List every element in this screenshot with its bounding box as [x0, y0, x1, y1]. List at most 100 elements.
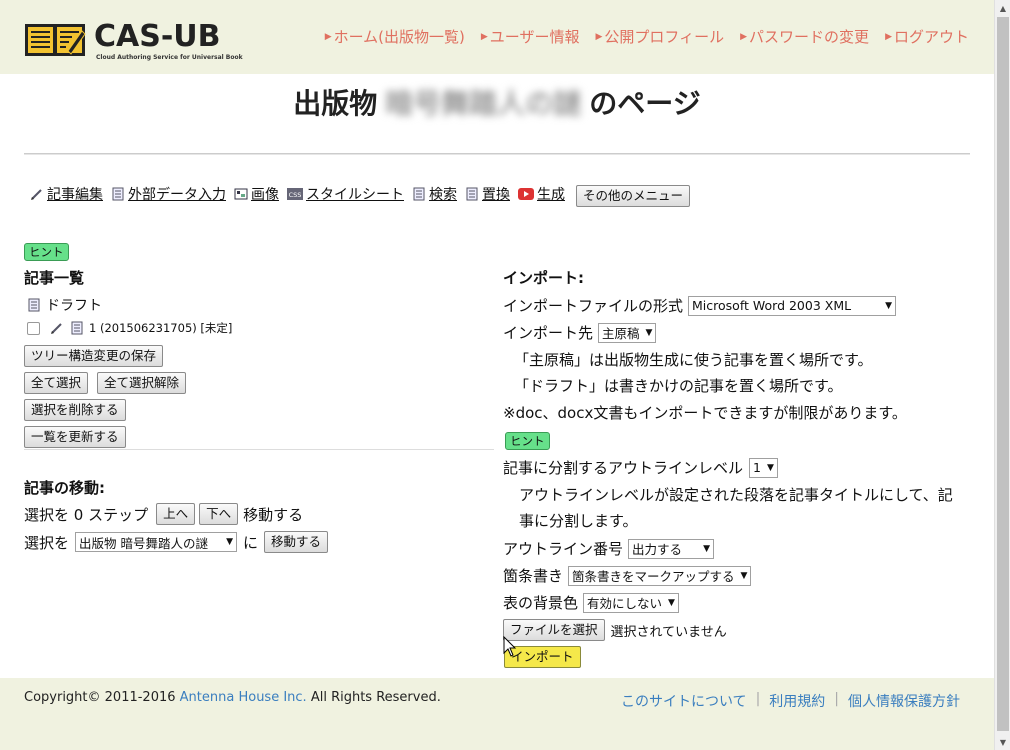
dest-note-main: 「主原稿」は出版物生成に使う記事を置く場所です。: [514, 351, 873, 369]
doc-limit-note: ※doc、docx文書もインポートできますが制限があります。: [503, 404, 907, 422]
move-steps-row: 選択を 0 ステップ 上へ 下へ 移動する: [24, 503, 303, 525]
dropdown-arrow-icon: ▼: [645, 327, 653, 338]
triangle-right-icon: ▶: [885, 31, 892, 42]
file-row: ファイルを選択 選択されていません: [503, 619, 727, 641]
nav-user-info[interactable]: ▶ ユーザー情報: [481, 26, 580, 47]
move-up-button[interactable]: 上へ: [156, 503, 196, 525]
divider: [24, 153, 970, 155]
page-title: 出版物 暗号舞踏人の謎 のページ: [0, 82, 994, 122]
hint-button-left[interactable]: ヒント: [24, 243, 69, 261]
select-all-button[interactable]: 全て選択: [24, 372, 89, 394]
terms-link[interactable]: 利用規約: [769, 691, 825, 711]
pencil-icon: [31, 189, 42, 200]
scroll-up-icon[interactable]: ▲: [995, 0, 1010, 16]
move-target-select[interactable]: 出版物 暗号舞踏人の謎 ▼: [75, 532, 238, 552]
logo-title: CAS-UB: [94, 19, 221, 54]
publication-name: 暗号舞踏人の謎: [385, 87, 582, 120]
deselect-all-button[interactable]: 全て選択解除: [97, 372, 187, 394]
triangle-right-icon: ▶: [480, 31, 488, 42]
save-tree-button[interactable]: ツリー構造変更の保存: [24, 345, 164, 367]
dest-note-draft: 「ドラフト」は書きかけの記事を置く場所です。: [514, 377, 843, 395]
import-format-row: インポートファイルの形式 Microsoft Word 2003 XML ▼: [503, 295, 897, 316]
choose-file-button[interactable]: ファイルを選択: [503, 619, 605, 641]
scroll-thumb[interactable]: [997, 17, 1009, 731]
document-icon: [413, 187, 425, 201]
import-dest-select[interactable]: 主原稿 ▼: [598, 322, 657, 343]
articles-heading: 記事一覧: [24, 269, 85, 287]
tool-external-data[interactable]: 外部データ入力: [111, 184, 226, 204]
privacy-link[interactable]: 個人情報保護方針: [848, 691, 960, 711]
delete-selected-button[interactable]: 選択を削除する: [24, 399, 126, 421]
move-down-button[interactable]: 下へ: [199, 503, 239, 525]
outline-desc-line2: 事に分割します。: [519, 512, 638, 530]
logo[interactable]: CAS-UB Cloud Authoring Service for Unive…: [24, 19, 243, 62]
tool-images[interactable]: 画像: [234, 184, 279, 204]
outline-level-row: 記事に分割するアウトラインレベル 1 ▼: [503, 457, 778, 478]
document-icon: [112, 187, 124, 201]
draft-folder[interactable]: ドラフト: [27, 295, 102, 315]
about-link[interactable]: このサイトについて: [621, 691, 747, 711]
dropdown-arrow-icon: ▼: [226, 537, 234, 547]
other-menu-button[interactable]: その他のメニュー: [576, 185, 691, 207]
import-heading: インポート:: [503, 269, 584, 287]
triangle-right-icon: ▶: [324, 31, 332, 42]
company-link[interactable]: Antenna House Inc.: [180, 690, 307, 705]
hint-button-right[interactable]: ヒント: [505, 432, 550, 450]
dropdown-arrow-icon: ▼: [885, 300, 893, 311]
bullet-select[interactable]: 箇条書きをマークアップする ▼: [568, 565, 752, 586]
table-bg-select[interactable]: 有効にしない ▼: [583, 592, 679, 613]
dropdown-arrow-icon: ▼: [740, 570, 748, 581]
header-bar: CAS-UB Cloud Authoring Service for Unive…: [0, 0, 994, 74]
toolbar: 記事編集 外部データ入力 画像 CSS スタイルシート 検索 置換 生成: [30, 184, 573, 204]
pencil-icon[interactable]: [50, 321, 64, 335]
file-status: 選択されていません: [610, 624, 727, 640]
triangle-right-icon: ▶: [740, 31, 748, 42]
vertical-scrollbar[interactable]: ▲ ▼: [994, 0, 1010, 750]
nav-change-password[interactable]: ▶ パスワードの変更: [740, 26, 869, 47]
move-heading: 記事の移動:: [24, 479, 105, 497]
import-dest-row: インポート先 主原稿 ▼: [503, 322, 657, 343]
move-target-row: 選択を 出版物 暗号舞踏人の謎 ▼ に 移動する: [24, 531, 329, 553]
svg-text:CSS: CSS: [289, 191, 302, 199]
page: CAS-UB Cloud Authoring Service for Unive…: [0, 0, 994, 750]
logo-subtitle: Cloud Authoring Service for Universal Bo…: [96, 54, 243, 61]
mouse-cursor-icon: [503, 636, 517, 657]
footer: Copyright© 2011-2016 Antenna House Inc. …: [0, 678, 994, 750]
image-icon: [234, 188, 248, 200]
scroll-down-icon[interactable]: ▼: [995, 734, 1010, 750]
footer-links: このサイトについて | 利用規約 | 個人情報保護方針: [620, 691, 960, 711]
nav-home[interactable]: ▶ ホーム(出版物一覧): [325, 26, 465, 47]
refresh-list-button[interactable]: 一覧を更新する: [24, 426, 126, 448]
top-nav: ▶ ホーム(出版物一覧) ▶ ユーザー情報 ▶ 公開プロフィール ▶ パスワードの変更 …: [309, 26, 969, 47]
move-button[interactable]: 移動する: [264, 531, 329, 553]
tool-replace[interactable]: 置換: [465, 184, 510, 204]
nav-public-profile[interactable]: ▶ 公開プロフィール: [596, 26, 725, 47]
play-icon: [518, 188, 534, 200]
outline-number-select[interactable]: 出力する ▼: [628, 538, 715, 559]
document-icon: [466, 187, 478, 201]
book-logo-icon: [25, 24, 86, 56]
article-title[interactable]: 1 (201506231705) [未定]: [89, 320, 232, 336]
dropdown-arrow-icon: ▼: [703, 543, 711, 554]
bullet-row: 箇条書き 箇条書きをマークアップする ▼: [503, 565, 752, 586]
copyright: Copyright© 2011-2016 Antenna House Inc. …: [24, 690, 441, 705]
outline-desc-line1: アウトラインレベルが設定された段落を記事タイトルにして、記: [519, 486, 953, 504]
article-checkbox[interactable]: [27, 321, 40, 335]
css-icon: CSS: [287, 188, 303, 200]
outline-level-select[interactable]: 1 ▼: [749, 457, 778, 478]
tool-generate[interactable]: 生成: [518, 184, 565, 204]
table-bg-row: 表の背景色 有効にしない ▼: [503, 592, 679, 613]
document-icon: [28, 298, 40, 312]
tool-edit-article[interactable]: 記事編集: [30, 184, 103, 204]
dropdown-arrow-icon: ▼: [668, 597, 675, 608]
import-format-select[interactable]: Microsoft Word 2003 XML ▼: [688, 295, 897, 316]
nav-logout[interactable]: ▶ ログアウト: [885, 26, 969, 47]
dropdown-arrow-icon: ▼: [766, 462, 774, 473]
divider: [24, 449, 494, 450]
tool-stylesheet[interactable]: CSS スタイルシート: [287, 184, 404, 204]
outline-number-row: アウトライン番号 出力する ▼: [503, 538, 715, 559]
list-item: 1 (201506231705) [未定]: [27, 320, 232, 336]
tool-search[interactable]: 検索: [412, 184, 457, 204]
triangle-right-icon: ▶: [595, 31, 603, 42]
document-icon: [71, 321, 83, 335]
